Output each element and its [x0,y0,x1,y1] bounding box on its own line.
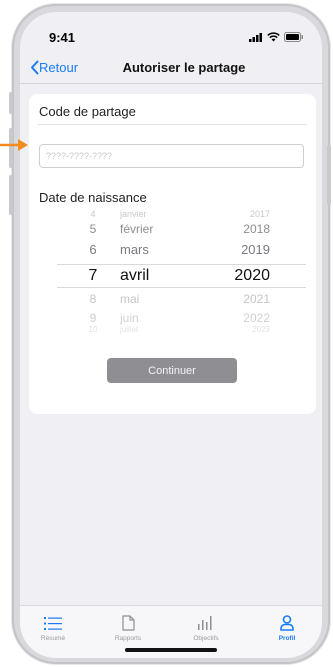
navigation-bar: Retour Autoriser le partage [20,54,322,84]
picker-row[interactable]: 8 mai 2021 [29,289,316,309]
picker-row[interactable]: 5 février 2018 [29,219,316,239]
wifi-icon [267,32,280,42]
code-label: Code de partage [39,104,136,119]
screen: 9:41 Retour Autoriser le partage Code de… [20,12,322,658]
form-card: Code de partage Date de naissance 4 janv… [29,94,316,414]
picker-selected-year: 2020 [234,267,270,284]
tab-resume[interactable]: Résumé [23,614,83,642]
status-icons [249,32,304,42]
picker-selection-line-bottom [57,287,306,288]
phone-side-button [9,92,13,114]
list-icon [44,616,62,630]
phone-volume-down-button [9,175,13,215]
continue-button[interactable]: Continuer [107,358,237,383]
picker-selected-month: avril [120,267,150,284]
document-icon [121,615,135,631]
birthdate-label: Date de naissance [39,190,147,205]
status-time: 9:41 [49,30,76,45]
picker-row-selected[interactable]: 7 avril 2020 [29,265,316,287]
tab-label: Objectifs [193,635,219,642]
phone-power-button [327,145,331,205]
tab-profil[interactable]: Profil [257,614,317,642]
status-bar: 9:41 [20,12,322,52]
code-label-underline [38,124,307,125]
signal-icon [249,32,262,42]
picker-row[interactable]: 6 mars 2019 [29,240,316,260]
picker-selected-day: 7 [88,267,98,284]
battery-icon [284,32,303,42]
page-title: Autoriser le partage [122,60,246,75]
picker-row[interactable]: 10 juillet 2023 [29,325,316,335]
tab-rapports[interactable]: Rapports [98,614,158,642]
person-icon [280,615,294,631]
chart-icon [198,616,212,630]
tab-objectifs[interactable]: Objectifs [176,614,236,642]
home-indicator [125,648,217,652]
share-code-input[interactable] [39,144,304,168]
date-picker[interactable]: 4 janvier 2017 5 février 2018 6 mars 201… [29,204,316,334]
tab-label: Rapports [114,635,142,642]
tab-label: Résumé [40,635,66,642]
arrow-pointer-icon [0,139,28,151]
tab-label: Profil [278,635,296,642]
nav-divider [20,83,322,84]
